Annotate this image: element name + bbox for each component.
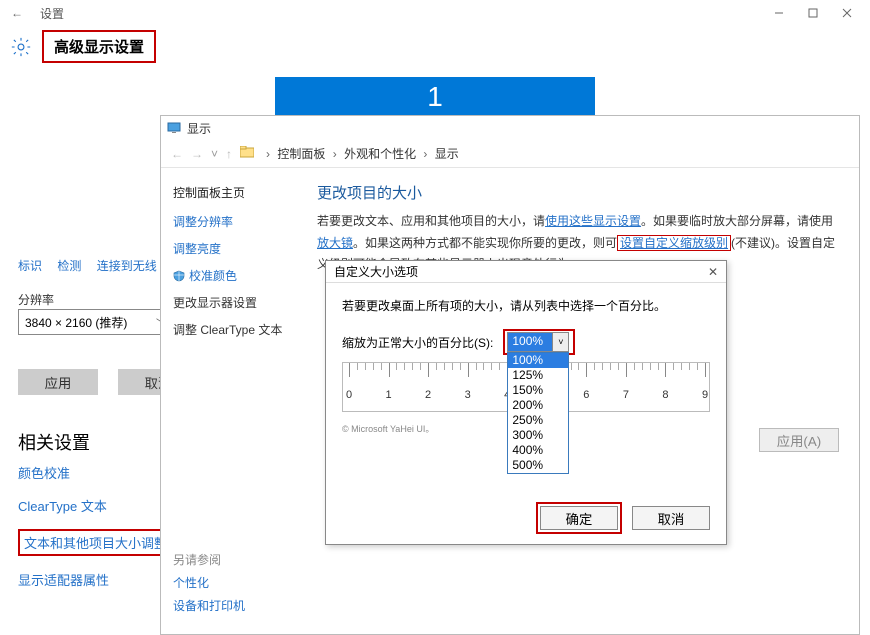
scale-option[interactable]: 500% bbox=[508, 458, 568, 473]
related-settings-heading: 相关设置 bbox=[18, 429, 90, 455]
scale-dropdown-list[interactable]: 100% 125% 150% 200% 250% 300% 400% 500% bbox=[507, 352, 569, 474]
connect-wireless-link[interactable]: 连接到无线 bbox=[97, 259, 157, 273]
cp-also-link[interactable]: 设备和打印机 bbox=[173, 597, 245, 614]
scale-option[interactable]: 400% bbox=[508, 443, 568, 458]
breadcrumb[interactable]: › 控制面板 › 外观和个性化 › 显示 bbox=[262, 145, 459, 162]
scale-option[interactable]: 150% bbox=[508, 383, 568, 398]
dialog-close-button[interactable]: ✕ bbox=[708, 265, 718, 279]
breadcrumb-item[interactable]: 控制面板 bbox=[277, 147, 325, 161]
minimize-button[interactable] bbox=[762, 2, 796, 24]
display-action-links: 标识 检测 连接到无线 bbox=[18, 257, 169, 274]
dialog-cancel-button[interactable]: 取消 bbox=[632, 506, 710, 530]
ruler-number: 8 bbox=[662, 389, 668, 401]
ruler-number: 9 bbox=[702, 389, 708, 401]
cp-side-link[interactable]: 调整 ClearType 文本 bbox=[173, 321, 289, 338]
monitor-icon bbox=[167, 121, 181, 135]
magnifier-link[interactable]: 放大镜 bbox=[317, 236, 353, 250]
cp-side-link[interactable]: 调整分辨率 bbox=[173, 213, 289, 230]
cp-side-link[interactable]: 校准颜色 bbox=[189, 267, 237, 284]
chevron-down-icon[interactable]: ˅ bbox=[552, 333, 568, 351]
apply-button[interactable]: 应用 bbox=[18, 369, 98, 395]
breadcrumb-item[interactable]: 显示 bbox=[435, 147, 459, 161]
resolution-select[interactable]: 3840 × 2160 (推荐) ﹀ bbox=[18, 309, 173, 335]
breadcrumb-item[interactable]: 外观和个性化 bbox=[344, 147, 416, 161]
custom-scaling-link[interactable]: 设置自定义缩放级别 bbox=[620, 236, 728, 250]
resolution-label: 分辨率 bbox=[18, 291, 54, 308]
close-button[interactable] bbox=[830, 2, 864, 24]
cp-side-heading: 控制面板主页 bbox=[173, 184, 289, 201]
scale-option[interactable]: 300% bbox=[508, 428, 568, 443]
cp-window-title: 显示 bbox=[187, 120, 211, 137]
scale-combobox[interactable]: 100% ˅ bbox=[507, 332, 569, 352]
cp-side-link[interactable]: 更改显示器设置 bbox=[173, 294, 289, 311]
scale-current-value: 100% bbox=[508, 333, 552, 351]
nav-up-icon[interactable]: ↑ bbox=[226, 147, 232, 161]
ruler-number: 2 bbox=[425, 389, 431, 401]
scale-option[interactable]: 250% bbox=[508, 413, 568, 428]
scale-label: 缩放为正常大小的百分比(S): bbox=[342, 334, 493, 351]
resolution-value: 3840 × 2160 (推荐) bbox=[25, 314, 127, 331]
scale-option[interactable]: 200% bbox=[508, 398, 568, 413]
folder-icon bbox=[240, 146, 254, 161]
nav-forward-icon[interactable]: → bbox=[191, 147, 203, 161]
ruler-number: 7 bbox=[623, 389, 629, 401]
related-link-adapter-properties[interactable]: 显示适配器属性 bbox=[18, 573, 109, 588]
back-button[interactable]: ← bbox=[6, 6, 28, 20]
cp-apply-button: 应用(A) bbox=[759, 428, 839, 452]
related-link-color-calibration[interactable]: 颜色校准 bbox=[18, 466, 70, 481]
scale-option[interactable]: 100% bbox=[508, 353, 568, 368]
dialog-ok-button[interactable]: 确定 bbox=[540, 506, 618, 530]
maximize-button[interactable] bbox=[796, 2, 830, 24]
related-link-text-sizing[interactable]: 文本和其他项目大小调整 bbox=[24, 536, 167, 551]
ruler-number: 1 bbox=[385, 389, 391, 401]
ruler-number: 6 bbox=[583, 389, 589, 401]
related-link-cleartype[interactable]: ClearType 文本 bbox=[18, 499, 107, 514]
dialog-title: 自定义大小选项 bbox=[334, 263, 418, 280]
shield-icon bbox=[173, 270, 185, 282]
cp-also-heading: 另请参阅 bbox=[173, 551, 245, 568]
use-display-settings-link[interactable]: 使用这些显示设置 bbox=[545, 214, 641, 228]
dialog-description: 若要更改桌面上所有项的大小，请从列表中选择一个百分比。 bbox=[342, 297, 710, 314]
monitor-preview[interactable]: 1 bbox=[275, 77, 595, 117]
nav-back-icon[interactable]: ← bbox=[171, 147, 183, 161]
chevron-down-icon[interactable]: ˅ bbox=[211, 147, 218, 161]
cp-side-link[interactable]: 调整亮度 bbox=[173, 240, 289, 257]
ruler-number: 0 bbox=[346, 389, 352, 401]
detect-link[interactable]: 检测 bbox=[57, 259, 81, 273]
identify-link[interactable]: 标识 bbox=[18, 259, 42, 273]
cp-also-link[interactable]: 个性化 bbox=[173, 574, 245, 591]
gear-icon bbox=[10, 36, 32, 58]
window-title: 设置 bbox=[40, 5, 64, 22]
custom-size-dialog: 自定义大小选项 ✕ 若要更改桌面上所有项的大小，请从列表中选择一个百分比。 缩放… bbox=[325, 260, 727, 545]
cp-main-heading: 更改项目的大小 bbox=[317, 182, 843, 203]
page-title: 高级显示设置 bbox=[42, 30, 156, 63]
scale-option[interactable]: 125% bbox=[508, 368, 568, 383]
ruler-number: 3 bbox=[465, 389, 471, 401]
